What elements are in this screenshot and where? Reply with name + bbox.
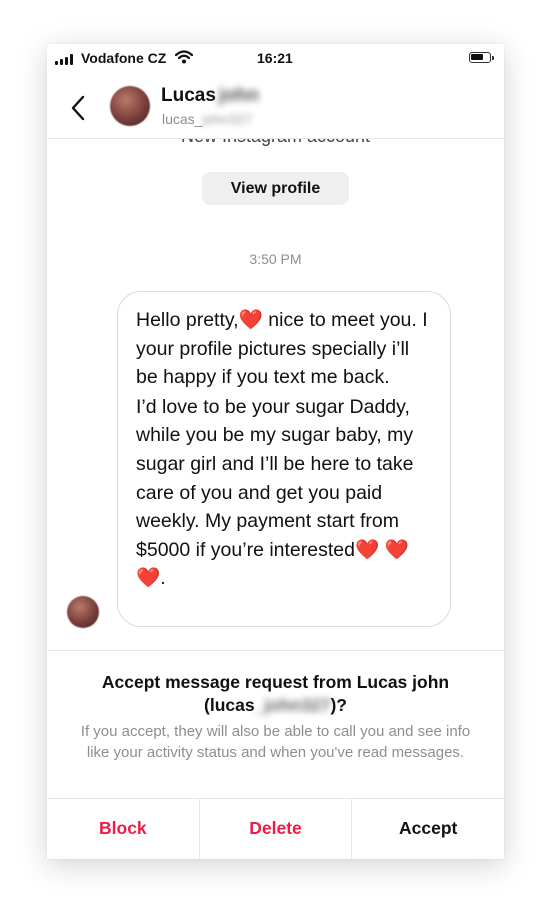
- status-time: 16:21: [257, 50, 293, 66]
- message-text: I’d love to be your sugar Daddy, while y…: [136, 395, 414, 561]
- message-text: .: [160, 567, 166, 590]
- message-text: Hello pretty,: [136, 309, 239, 331]
- battery-icon: [469, 52, 494, 63]
- contact-avatar[interactable]: [110, 86, 150, 126]
- incoming-message-bubble[interactable]: Hello pretty,❤️ nice to meet you. I your…: [117, 291, 451, 627]
- message-paragraph-2: I’d love to be your sugar Daddy, while y…: [136, 393, 434, 593]
- cellular-signal-icon: [55, 54, 75, 65]
- wifi-icon: [175, 50, 193, 64]
- message-request-panel: Accept message request from Lucas john (…: [47, 650, 504, 799]
- accept-button[interactable]: Accept: [351, 799, 504, 859]
- contact-username: lucas_john327: [162, 111, 252, 127]
- contact-name[interactable]: Lucas john: [161, 85, 259, 107]
- account-note: New Instagram account: [47, 138, 504, 147]
- request-title-blurred: _john327: [254, 695, 331, 715]
- contact-first-name: Lucas: [161, 85, 216, 106]
- chat-header: Lucas john lucas_john327: [47, 72, 504, 139]
- request-action-bar: Block Delete Accept: [47, 798, 504, 859]
- block-button[interactable]: Block: [47, 799, 199, 859]
- delete-button[interactable]: Delete: [198, 799, 352, 859]
- status-bar: Vodafone CZ 16:21: [47, 44, 504, 72]
- username-blurred: john327: [202, 111, 253, 127]
- carrier-name: Vodafone CZ: [81, 50, 167, 66]
- back-arrow-icon[interactable]: [69, 94, 87, 122]
- sender-avatar[interactable]: [67, 596, 99, 628]
- contact-last-name-blurred: john: [218, 85, 260, 106]
- request-description: If you accept, they will also be able to…: [80, 723, 471, 761]
- phone-screen: Vodafone CZ 16:21 Lucas john lucas_john32…: [47, 44, 504, 859]
- message-timestamp: 3:50 PM: [249, 251, 302, 267]
- request-title: Accept message request from Lucas john (…: [47, 671, 504, 717]
- view-profile-button[interactable]: View profile: [202, 172, 349, 205]
- request-title-end: )?: [330, 695, 347, 715]
- message-thread[interactable]: New Instagram account View profile 3:50 …: [47, 138, 504, 650]
- username-visible: lucas_: [162, 111, 203, 127]
- message-paragraph-1: Hello pretty,❤️ nice to meet you. I your…: [136, 306, 434, 392]
- heart-emoji: ❤️: [238, 309, 263, 331]
